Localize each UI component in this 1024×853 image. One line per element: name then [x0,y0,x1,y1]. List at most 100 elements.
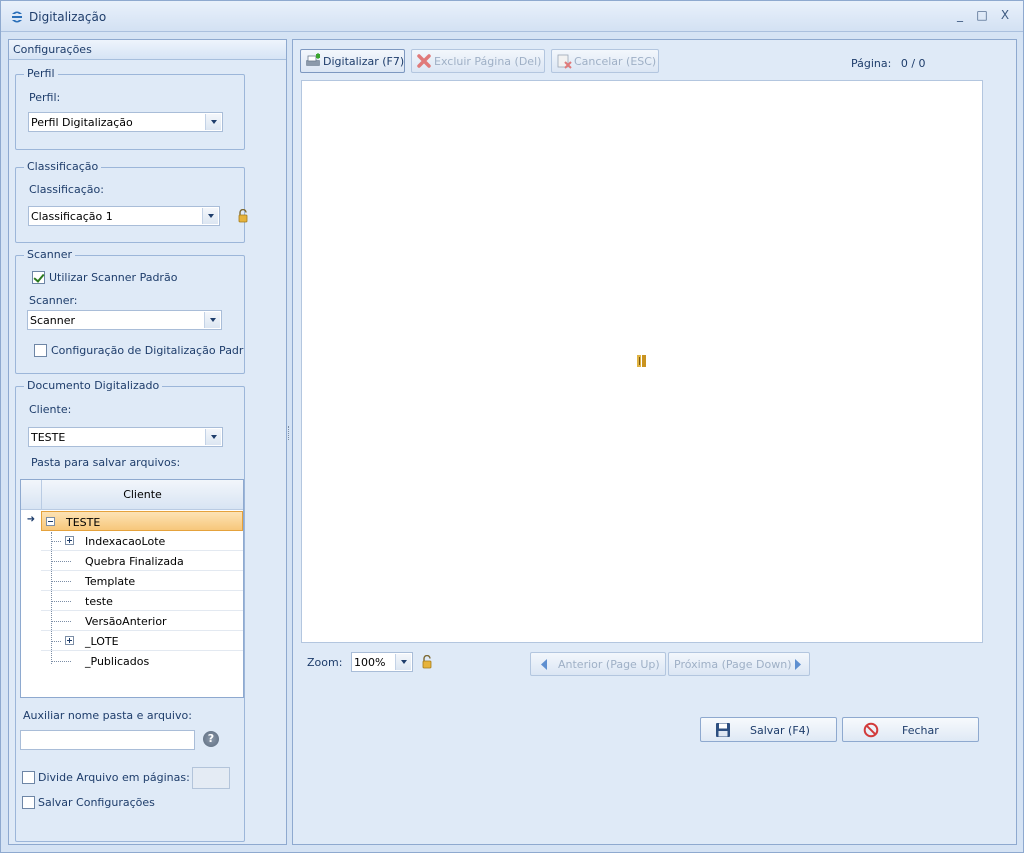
classification-combo-value: Classificação 1 [31,210,113,223]
scan-window: Digitalização _ □ X Configurações Perfil… [0,0,1024,853]
document-viewer[interactable] [301,80,983,643]
folder-tree[interactable]: Cliente ➜ TESTE IndexacaoLote Quebra Fin… [20,479,244,698]
tree-row[interactable]: Quebra Finalizada [41,551,243,571]
next-page-button[interactable]: Próxima (Page Down) [668,652,810,676]
zoom-combo-value: 100% [354,656,386,669]
close-button[interactable]: X [996,7,1014,23]
maximize-button[interactable]: □ [973,7,991,23]
page-counter-value: 0 / 0 [900,57,926,70]
previous-page-label: Anterior (Page Up) [558,658,660,671]
tree-row-label: _Publicados [85,655,150,668]
divide-pages-label: Divide Arquivo em páginas: [38,771,190,784]
delete-x-icon [417,54,431,68]
configuration-header: Configurações [9,40,286,60]
previous-page-button[interactable]: Anterior (Page Up) [530,652,666,676]
use-default-scanner-label: Utilizar Scanner Padrão [49,271,178,284]
auxiliary-name-input[interactable] [20,730,195,750]
classification-combo[interactable]: Classificação 1 [28,206,220,226]
title-bar[interactable]: Digitalização _ □ X [1,1,1023,32]
scan-button-label: Digitalizar (F7) [323,55,405,68]
profile-group: Perfil Perfil: Perfil Digitalização [15,67,245,150]
tree-connector [51,541,61,542]
default-scan-config-checkbox[interactable] [34,344,47,357]
tree-row[interactable]: _Publicados [41,651,243,671]
close-dialog-button[interactable]: Fechar [842,717,979,742]
tree-connector [51,561,71,562]
close-dialog-label: Fechar [902,724,939,737]
save-button[interactable]: Salvar (F4) [700,717,837,742]
divide-pages-checkbox[interactable] [22,771,35,784]
zoom-label: Zoom: [307,656,343,669]
arrow-left-icon [541,659,547,670]
profile-combo[interactable]: Perfil Digitalização [28,112,223,132]
chevron-down-icon[interactable] [204,312,220,328]
chevron-down-icon[interactable] [205,429,221,445]
window-title: Digitalização [29,10,107,24]
configuration-panel: Configurações Perfil Perfil: Perfil Digi… [8,39,287,845]
tree-row-label: Template [85,575,136,588]
tree-row-label: _LOTE [85,635,119,648]
tree-row-label: Quebra Finalizada [85,555,184,568]
auxiliary-name-label: Auxiliar nome pasta e arquivo: [23,709,192,722]
client-combo[interactable]: TESTE [28,427,223,447]
cancel-button[interactable]: Cancelar (ESC) [551,49,659,73]
profile-label: Perfil: [29,91,61,104]
classification-group: Classificação Classificação: Classificaç… [15,160,248,243]
scanner-label: Scanner: [29,294,78,307]
scan-button[interactable]: Digitalizar (F7) [300,49,405,73]
scanner-group-title: Scanner [24,248,76,261]
page-counter-label: Página: [851,57,892,70]
profile-group-title: Perfil [24,67,58,80]
scanner-combo-value: Scanner [30,314,76,327]
use-default-scanner-checkbox[interactable] [32,271,45,284]
no-entry-icon [863,722,879,738]
collapse-icon[interactable] [46,517,55,526]
scanner-add-icon [306,53,320,66]
save-button-label: Salvar (F4) [750,724,810,737]
tree-row[interactable]: VersãoAnterior [41,611,243,631]
row-indicator-arrow-icon: ➜ [26,514,36,525]
tree-row[interactable]: Template [41,571,243,591]
floppy-disk-icon [716,723,730,737]
tree-connector [51,641,61,642]
profile-combo-value: Perfil Digitalização [31,116,133,129]
folder-label: Pasta para salvar arquivos: [31,456,181,469]
tree-header-corner [21,480,41,510]
unlock-icon[interactable] [238,209,248,223]
chevron-down-icon[interactable] [205,114,221,130]
cancel-button-label: Cancelar (ESC) [574,55,657,68]
tree-row-label: TESTE [66,516,101,529]
next-page-label: Próxima (Page Down) [674,658,792,671]
divide-pages-input [192,767,230,789]
delete-page-button-label: Excluir Página (Del) [434,55,542,68]
tree-row[interactable]: _LOTE [41,631,243,651]
save-settings-checkbox[interactable] [22,796,35,809]
app-logo-icon [12,11,22,23]
minimize-button[interactable]: _ [951,7,969,23]
tree-row[interactable]: TESTE [41,511,243,531]
zoom-unlock-icon[interactable] [422,655,432,669]
delete-page-button[interactable]: Excluir Página (Del) [411,49,545,73]
default-scan-config-label: Configuração de Digitalização Padrão [51,344,244,357]
expand-icon[interactable] [65,536,74,545]
tree-connector [51,601,71,602]
scan-preview-panel: Digitalizar (F7) Excluir Página (Del) Ca… [292,39,1017,845]
tree-row-label: VersãoAnterior [85,615,167,628]
tree-row[interactable]: IndexacaoLote [41,531,243,551]
chevron-down-icon[interactable] [395,654,411,670]
tree-column-header[interactable]: Cliente [41,480,243,510]
panel-splitter[interactable] [288,426,290,440]
zoom-combo[interactable]: 100% [351,652,413,672]
tree-row-label: teste [85,595,113,608]
classification-group-title: Classificação [24,160,102,173]
expand-icon[interactable] [65,636,74,645]
client-combo-value: TESTE [31,431,66,444]
tree-row[interactable]: teste [41,591,243,611]
document-group-title: Documento Digitalizado [24,379,163,392]
tree-connector [51,661,71,662]
chevron-down-icon[interactable] [202,208,218,224]
tree-connector [51,621,71,622]
loading-icon [637,355,646,367]
scanner-combo[interactable]: Scanner [27,310,222,330]
help-icon[interactable]: ? [203,731,219,747]
